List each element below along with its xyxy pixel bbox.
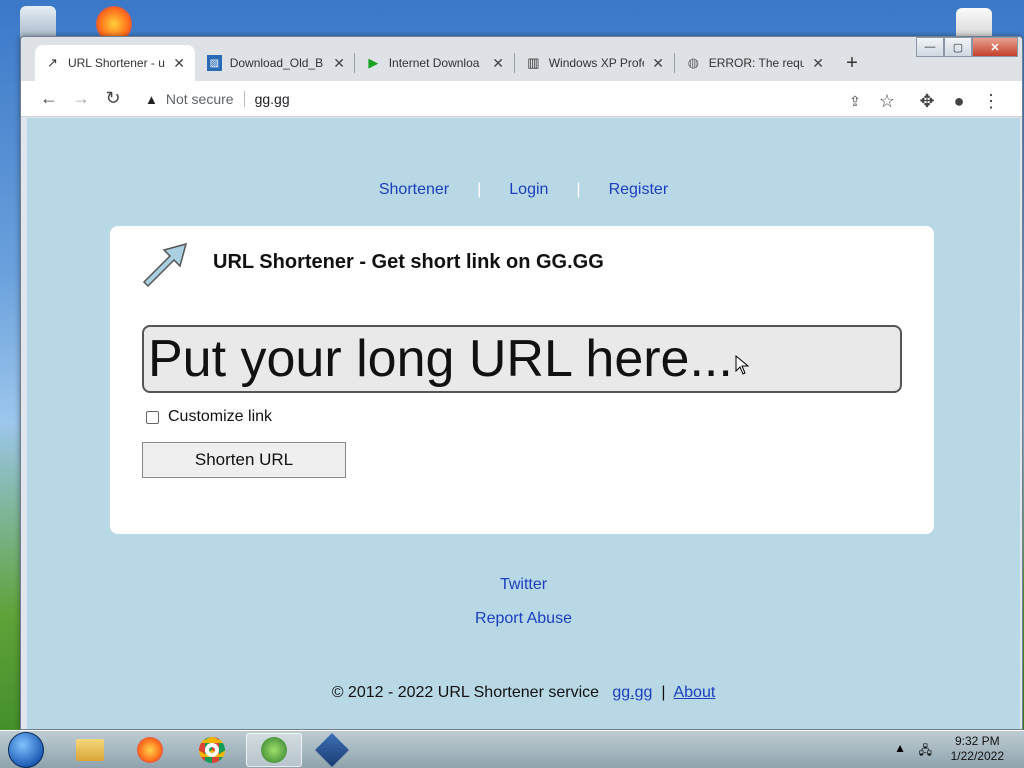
clock-time: 9:32 PM <box>954 734 1000 748</box>
tab-title: ERROR: The reque <box>708 56 805 70</box>
warning-icon[interactable]: ▲ <box>145 92 158 107</box>
internet-download-manager-icon[interactable] <box>246 733 302 767</box>
footer: © 2012 - 2022 URL Shortener service gg.g… <box>27 684 1020 702</box>
customize-checkbox[interactable] <box>146 410 159 424</box>
browser-window: ↗ URL Shortener - u ✕ ▨ Download_Old_B ✕… <box>20 36 1023 730</box>
tab-error[interactable]: ◍ ERROR: The reque ✕ <box>676 45 834 81</box>
mouse-cursor-icon <box>735 355 749 375</box>
nav-separator: | <box>576 181 581 198</box>
close-tab-icon[interactable]: ✕ <box>492 55 504 72</box>
share-icon[interactable]: ⇪ <box>839 85 871 117</box>
site-link[interactable]: gg.gg <box>612 684 652 701</box>
close-tab-icon[interactable]: ✕ <box>652 55 664 72</box>
virtualbox-icon[interactable] <box>304 733 360 767</box>
back-arrow-icon[interactable]: ← <box>33 83 65 115</box>
nav-register[interactable]: Register <box>609 181 669 199</box>
forward-arrow-icon[interactable]: → <box>65 83 97 115</box>
browser-toolbar: ← → ↻ ▲ Not secure gg.gg ⇪ ☆ ✥ ● ⋮ <box>21 81 1022 117</box>
tab-title: Download_Old_B <box>229 56 324 70</box>
nav-login[interactable]: Login <box>509 181 548 199</box>
file-explorer-icon[interactable] <box>62 733 118 767</box>
footer-separator: | <box>661 684 666 701</box>
tab-download-old-b[interactable]: ▨ Download_Old_B ✕ <box>197 45 355 81</box>
bookmark-star-icon[interactable]: ☆ <box>871 85 903 117</box>
link-icon: ↗ <box>47 55 58 70</box>
taskbar: ▲ 🖧 9:32 PM 1/22/2022 <box>0 730 1024 768</box>
clock-date: 1/22/2022 <box>950 749 1004 763</box>
page-title: URL Shortener - Get short link on GG.GG <box>213 251 604 273</box>
close-tab-icon[interactable]: ✕ <box>812 55 824 72</box>
nav-shortener[interactable]: Shortener <box>379 181 449 199</box>
tab-title: URL Shortener - u <box>67 56 165 70</box>
image-icon: ▨ <box>207 55 222 71</box>
close-window-button[interactable]: ✕ <box>972 37 1018 57</box>
start-button[interactable] <box>8 732 44 768</box>
url-text[interactable]: gg.gg <box>255 91 290 107</box>
about-link[interactable]: About <box>673 684 715 701</box>
copyright-text: © 2012 - 2022 URL Shortener service <box>331 684 600 701</box>
window-controls: — ▢ ✕ <box>916 37 1018 57</box>
tab-windows-xp[interactable]: ▥ Windows XP Profe ✕ <box>516 45 674 81</box>
show-hidden-icons-icon[interactable]: ▲ <box>894 741 906 755</box>
shortener-card: URL Shortener - Get short link on GG.GG … <box>110 226 934 534</box>
clock[interactable]: 9:32 PM 1/22/2022 <box>951 734 1004 764</box>
archive-icon: ▥ <box>527 55 540 70</box>
maximize-button[interactable]: ▢ <box>944 37 972 57</box>
globe-icon: ◍ <box>687 55 700 70</box>
nav-separator: | <box>477 181 482 198</box>
twitter-link[interactable]: Twitter <box>27 576 1020 594</box>
profile-avatar-icon[interactable]: ● <box>943 85 975 117</box>
tab-title: Internet Downloa <box>388 56 480 70</box>
arrow-logo-icon <box>142 242 188 288</box>
tab-url-shortener[interactable]: ↗ URL Shortener - u ✕ <box>35 45 195 81</box>
security-label[interactable]: Not secure <box>166 91 234 107</box>
extensions-icon[interactable]: ✥ <box>911 85 943 117</box>
close-tab-icon[interactable]: ✕ <box>333 55 345 72</box>
new-tab-button[interactable]: + <box>838 49 866 77</box>
close-tab-icon[interactable]: ✕ <box>173 55 185 72</box>
menu-kebab-icon[interactable]: ⋮ <box>975 85 1007 117</box>
shorten-url-button[interactable]: Shorten URL <box>142 442 346 478</box>
chrome-icon[interactable] <box>184 733 240 767</box>
tab-strip: ↗ URL Shortener - u ✕ ▨ Download_Old_B ✕… <box>21 37 1022 81</box>
network-icon[interactable]: 🖧 <box>919 741 932 762</box>
firefox-icon[interactable] <box>122 733 178 767</box>
customize-link-option[interactable]: Customize link <box>146 408 272 426</box>
long-url-input[interactable]: Put your long URL here... <box>142 325 902 393</box>
report-abuse-link[interactable]: Report Abuse <box>27 610 1020 628</box>
tab-title: Windows XP Profe <box>548 56 645 70</box>
reload-icon[interactable]: ↻ <box>97 83 129 115</box>
customize-label: Customize link <box>168 408 273 425</box>
top-nav: Shortener | Login | Register <box>27 181 1020 199</box>
play-icon: ▶ <box>368 55 379 70</box>
tab-internet-download[interactable]: ▶ Internet Downloa ✕ <box>356 45 514 81</box>
page-content: Shortener | Login | Register URL Shorten… <box>27 118 1020 729</box>
minimize-button[interactable]: — <box>916 37 944 57</box>
